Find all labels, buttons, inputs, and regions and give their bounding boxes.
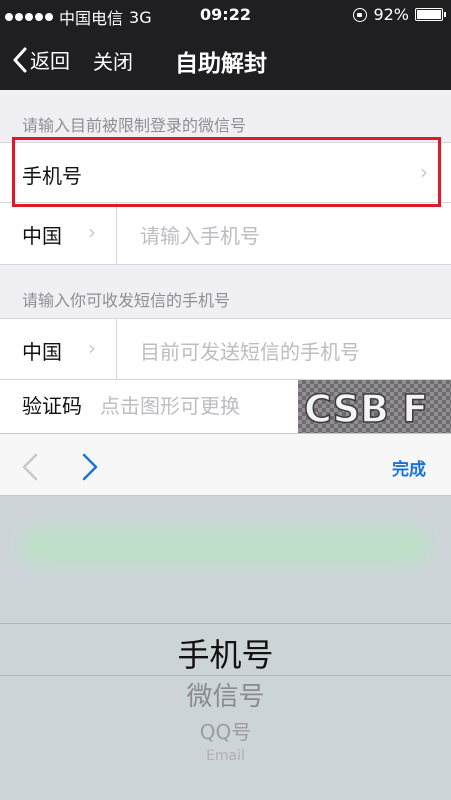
captcha-row: 验证码 点击图形可更换 CSB F — [0, 380, 451, 433]
chevron-left-icon — [13, 47, 27, 72]
orientation-lock-icon — [353, 7, 368, 22]
picker-option[interactable]: 手机号 — [0, 630, 451, 676]
phone-input-1[interactable]: 请输入手机号 — [140, 220, 260, 249]
next-field-icon[interactable] — [80, 452, 100, 482]
status-bar: 中国电信 3G 09:22 92% — [0, 0, 451, 30]
picker-blur-decoration — [20, 526, 430, 566]
country-selector-1[interactable]: 中国 — [22, 220, 62, 249]
close-button[interactable]: 关闭 — [93, 46, 133, 75]
captcha-image-graphic: CSB F — [298, 380, 451, 433]
battery-percent: 92% — [373, 5, 409, 24]
previous-field-icon[interactable] — [20, 452, 40, 482]
chevron-right-icon: › — [88, 336, 96, 360]
battery-icon — [415, 8, 446, 21]
chevron-right-icon: › — [88, 220, 96, 244]
captcha-label: 验证码 — [22, 394, 82, 418]
phone-input-2[interactable]: 目前可发送短信的手机号 — [140, 336, 360, 365]
captcha-input[interactable]: 点击图形可更换 — [100, 390, 240, 419]
picker-option[interactable]: 微信号 — [0, 676, 451, 713]
picker-option[interactable]: QQ号 — [0, 716, 451, 745]
status-right: 92% — [353, 5, 446, 24]
phone-row-1: 中国 › 请输入手机号 — [0, 203, 451, 265]
navigation-bar: 返回 关闭 自助解封 — [0, 30, 451, 90]
account-type-picker[interactable]: 手机号 微信号 QQ号 Email — [0, 496, 451, 800]
captcha-image[interactable]: CSB F — [298, 380, 451, 433]
country-selector-2[interactable]: 中国 — [22, 336, 62, 365]
done-button[interactable]: 完成 — [392, 455, 426, 480]
captcha-text: CSB F — [304, 387, 428, 431]
section-header-restricted-account: 请输入目前被限制登录的微信号 — [22, 116, 247, 135]
picker-option[interactable]: Email — [0, 748, 451, 764]
highlight-account-type — [12, 137, 441, 207]
back-button[interactable]: 返回 — [12, 45, 70, 74]
back-label: 返回 — [30, 49, 70, 73]
keyboard-toolbar: 完成 — [0, 433, 451, 496]
section-header-sms-phone: 请输入你可收发短信的手机号 — [22, 291, 231, 310]
page-title: 自助解封 — [175, 51, 267, 77]
phone-row-2: 中国 › 目前可发送短信的手机号 — [0, 318, 451, 380]
